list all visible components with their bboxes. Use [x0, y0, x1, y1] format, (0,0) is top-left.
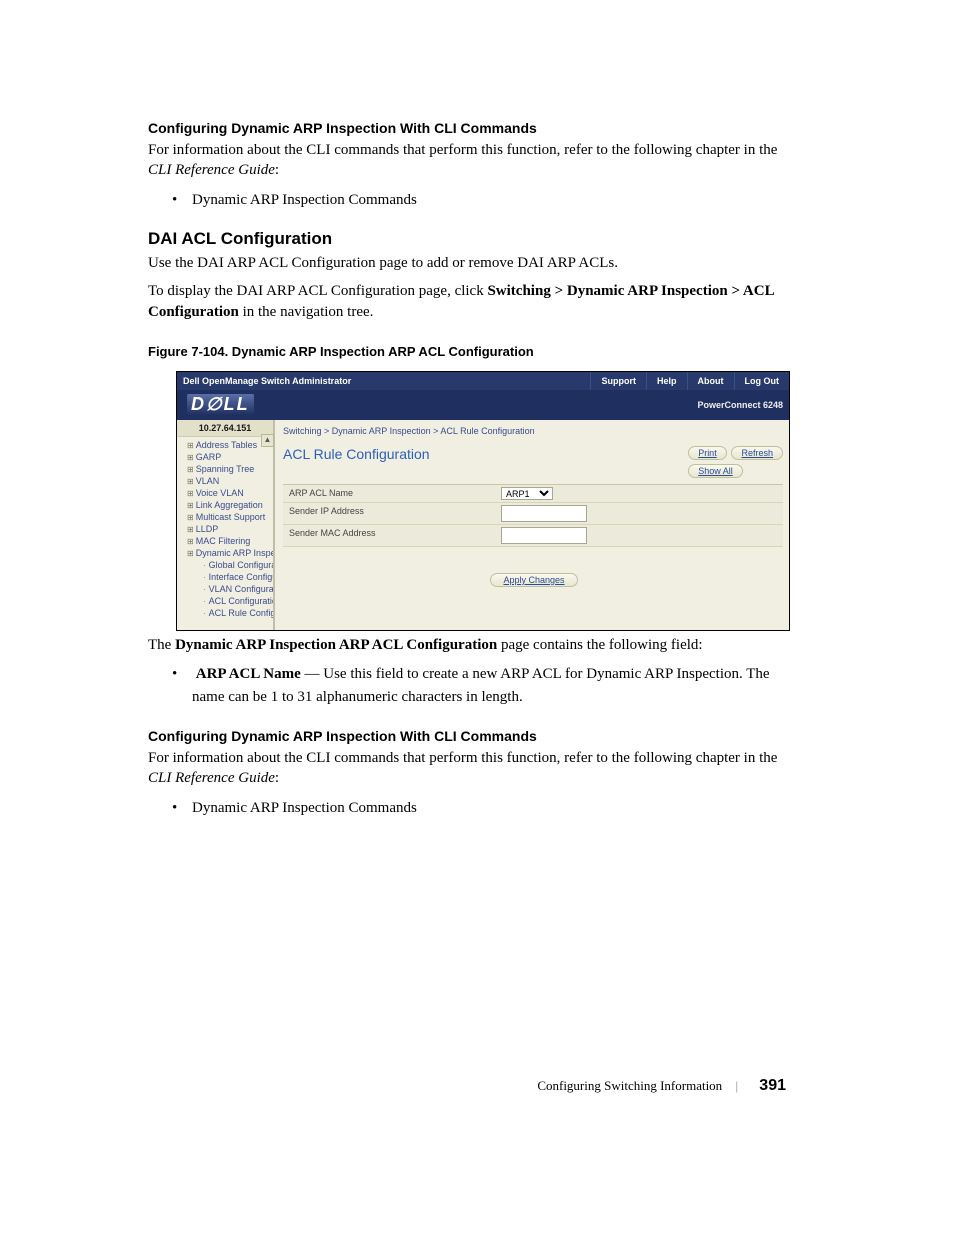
bullet-list: ARP ACL Name — Use this field to create … — [148, 663, 786, 708]
sender-mac-input[interactable] — [501, 527, 587, 544]
apply-changes-button[interactable]: Apply Changes — [490, 573, 577, 587]
refresh-button[interactable]: Refresh — [731, 446, 783, 460]
text-run: : — [275, 162, 279, 178]
tree-node[interactable]: Link Aggregation — [179, 499, 273, 511]
section-heading: DAI ACL Configuration — [148, 229, 786, 249]
sender-ip-input[interactable] — [501, 505, 587, 522]
text-run: : — [275, 770, 279, 786]
tree-leaf[interactable]: Global Configurat — [195, 559, 273, 571]
field-label: Sender IP Address — [283, 503, 495, 524]
nav-logout[interactable]: Log Out — [734, 372, 790, 390]
bullet-list: Dynamic ARP Inspection Commands — [148, 797, 786, 820]
tree-leaf[interactable]: ACL Rule Config — [195, 607, 273, 619]
tree-leaf[interactable]: VLAN Configurat — [195, 583, 273, 595]
document-page: Configuring Dynamic ARP Inspection With … — [0, 0, 954, 1235]
page-name: Dynamic ARP Inspection ARP ACL Configura… — [175, 637, 497, 653]
product-name: PowerConnect 6248 — [697, 400, 783, 410]
arp-acl-name-select[interactable]: ARP1 — [501, 487, 553, 500]
showall-button[interactable]: Show All — [688, 464, 743, 478]
tree-node[interactable]: GARP — [179, 451, 273, 463]
field-name: ARP ACL Name — [196, 666, 301, 682]
tree-node[interactable]: LLDP — [179, 523, 273, 535]
list-item: Dynamic ARP Inspection Commands — [192, 189, 786, 212]
device-ip: 10.27.64.151 — [177, 420, 273, 437]
nav-tree: Address Tables GARP Spanning Tree VLAN V… — [177, 437, 273, 621]
reference-title: CLI Reference Guide — [148, 770, 275, 786]
nav-sidebar: 10.27.64.151 ▲ Address Tables GARP Spann… — [177, 420, 275, 630]
text-run: For information about the CLI commands t… — [148, 750, 777, 766]
list-item: ARP ACL Name — Use this field to create … — [192, 663, 786, 708]
body-paragraph: The Dynamic ARP Inspection ARP ACL Confi… — [148, 635, 786, 655]
figure-caption: Figure 7-104. Dynamic ARP Inspection ARP… — [148, 344, 786, 359]
bullet-list: Dynamic ARP Inspection Commands — [148, 189, 786, 212]
subsection-heading: Configuring Dynamic ARP Inspection With … — [148, 728, 786, 744]
tree-node[interactable]: Dynamic ARP Inspe — [179, 547, 273, 559]
field-label: Sender MAC Address — [283, 525, 495, 546]
list-item: Dynamic ARP Inspection Commands — [192, 797, 786, 820]
tree-node[interactable]: Voice VLAN — [179, 487, 273, 499]
admin-title: Dell OpenManage Switch Administrator — [177, 376, 590, 386]
main-panel: Switching > Dynamic ARP Inspection > ACL… — [275, 420, 789, 630]
scroll-up-icon[interactable]: ▲ — [261, 434, 274, 447]
subsection-heading: Configuring Dynamic ARP Inspection With … — [148, 120, 786, 136]
body-paragraph: Use the DAI ARP ACL Configuration page t… — [148, 253, 786, 273]
tree-subgroup: Global Configurat Interface Configu VLAN… — [179, 559, 273, 619]
page-number: 391 — [759, 1077, 786, 1094]
panel-actions: Print Refresh Show All — [686, 446, 783, 478]
tree-leaf[interactable]: ACL Configuratio — [195, 595, 273, 607]
admin-topbar: Dell OpenManage Switch Administrator Sup… — [177, 372, 789, 390]
footer-section: Configuring Switching Information — [537, 1078, 722, 1093]
text-run: For information about the CLI commands t… — [148, 142, 777, 158]
dell-logo: D∅LL — [187, 394, 254, 415]
tree-node[interactable]: MAC Filtering — [179, 535, 273, 547]
text-run: in the navigation tree. — [239, 304, 374, 320]
text-run: The — [148, 637, 175, 653]
footer-separator: | — [735, 1078, 738, 1093]
tree-node[interactable]: Spanning Tree — [179, 463, 273, 475]
nav-help[interactable]: Help — [646, 372, 687, 390]
text-run: page contains the following field: — [497, 637, 702, 653]
field-label: ARP ACL Name — [283, 485, 495, 502]
panel-title: ACL Rule Configuration — [283, 446, 430, 462]
text-run: To display the DAI ARP ACL Configuration… — [148, 283, 487, 299]
tree-node[interactable]: VLAN — [179, 475, 273, 487]
admin-body: 10.27.64.151 ▲ Address Tables GARP Spann… — [177, 420, 789, 630]
tree-node[interactable]: Address Tables — [179, 439, 273, 451]
body-paragraph: To display the DAI ARP ACL Configuration… — [148, 281, 786, 322]
body-paragraph: For information about the CLI commands t… — [148, 748, 786, 789]
breadcrumb: Switching > Dynamic ARP Inspection > ACL… — [283, 424, 783, 444]
nav-about[interactable]: About — [687, 372, 734, 390]
nav-support[interactable]: Support — [590, 372, 646, 390]
reference-title: CLI Reference Guide — [148, 162, 275, 178]
tree-node[interactable]: Multicast Support — [179, 511, 273, 523]
tree-leaf[interactable]: Interface Configu — [195, 571, 273, 583]
body-paragraph: For information about the CLI commands t… — [148, 140, 786, 181]
logo-row: D∅LL PowerConnect 6248 — [177, 390, 789, 420]
embedded-screenshot: Dell OpenManage Switch Administrator Sup… — [176, 371, 790, 631]
config-form: ARP ACL Name ARP1 Sender IP Address Send… — [283, 484, 783, 587]
print-button[interactable]: Print — [688, 446, 727, 460]
page-footer: Configuring Switching Information | 391 — [537, 1077, 786, 1095]
